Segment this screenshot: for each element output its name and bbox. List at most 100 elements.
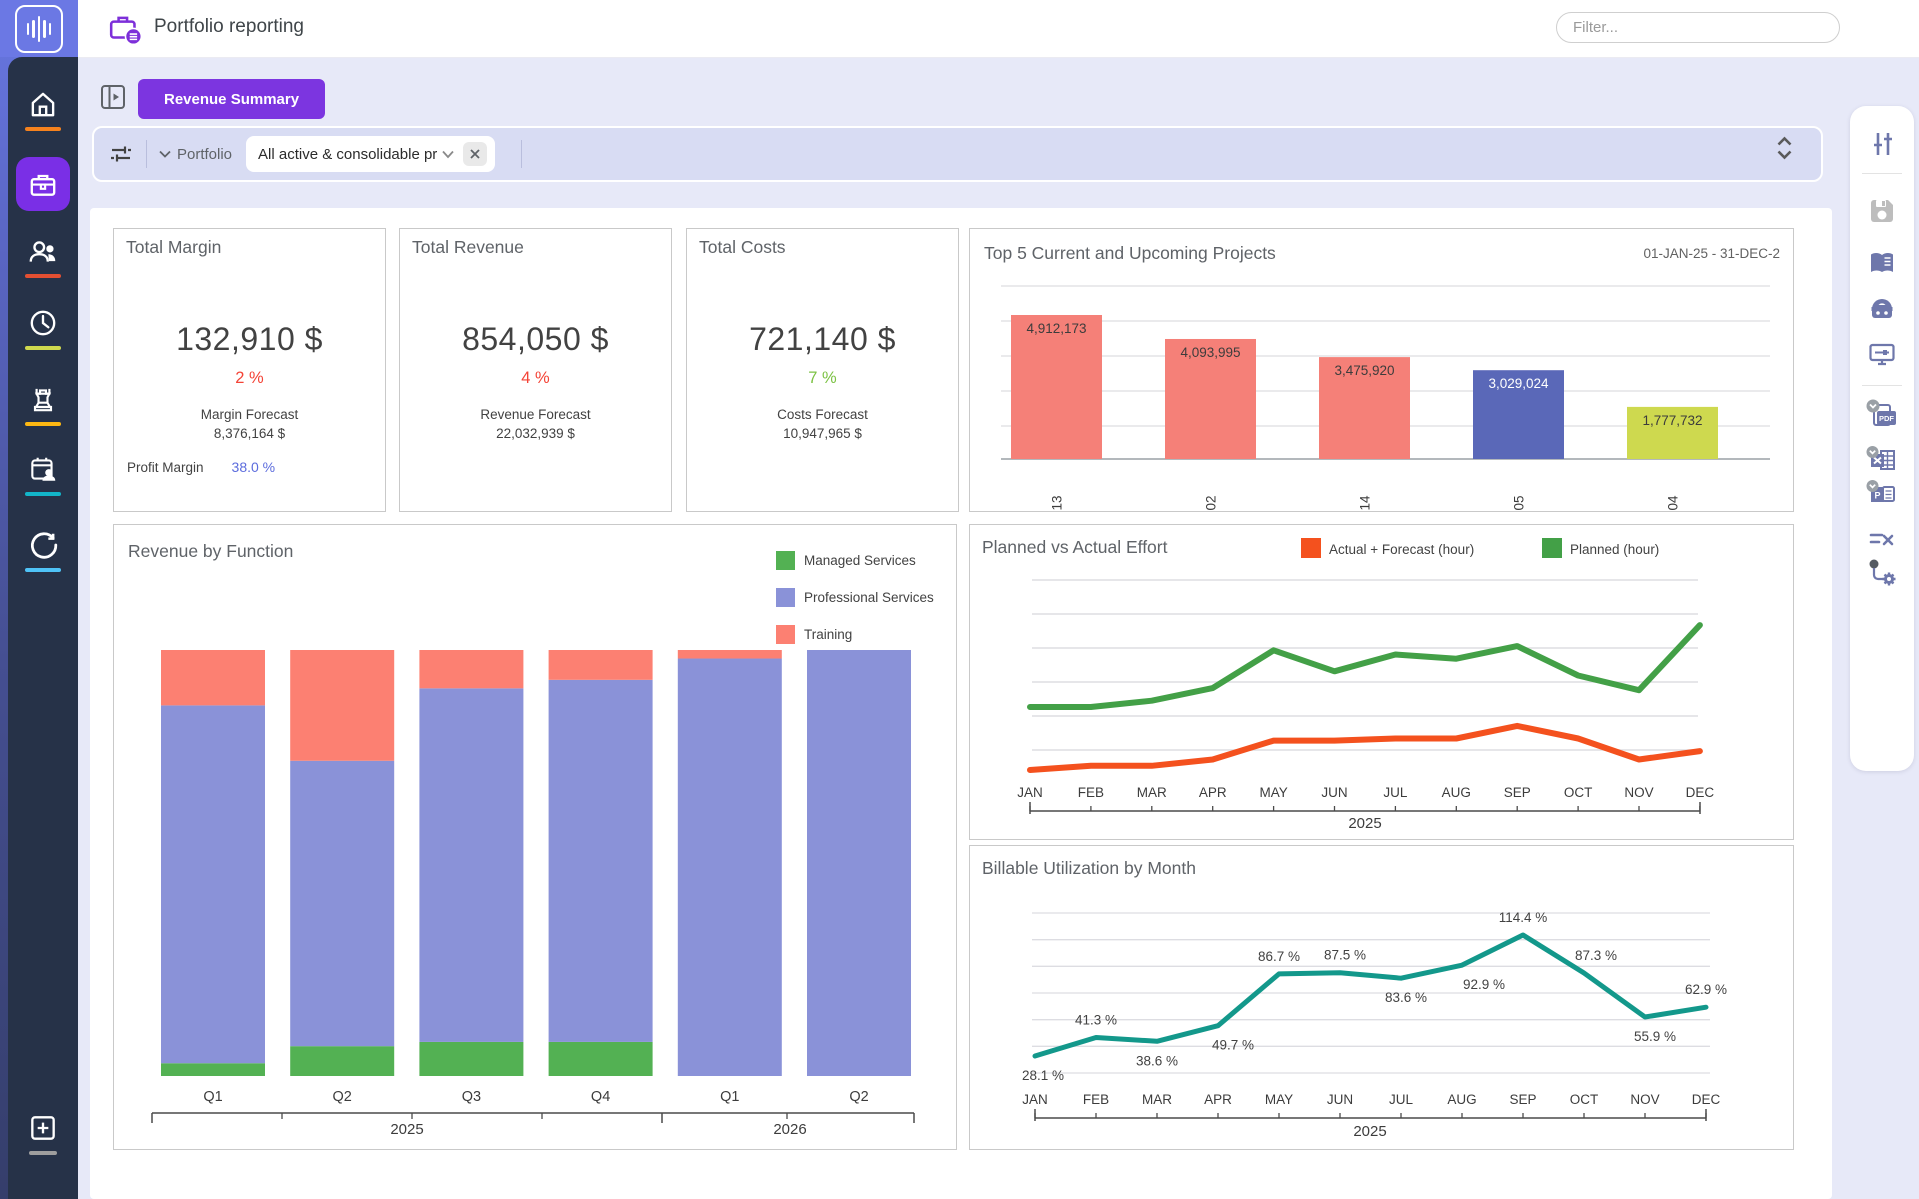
- stack-segment-training[interactable]: [549, 650, 653, 680]
- stack-segment-managed-services[interactable]: [419, 1042, 523, 1076]
- chevron-up-icon: [1776, 136, 1793, 147]
- filter-input[interactable]: [1556, 12, 1840, 43]
- bar-value-label: 4,093,995: [1180, 345, 1240, 360]
- portfolio-filter-chip[interactable]: All active & consolidable pr: [246, 136, 495, 172]
- x-tick-label: MAY: [1259, 785, 1287, 800]
- revenue-by-function-stacked-chart: Revenue by FunctionManaged ServicesProfe…: [114, 525, 956, 1149]
- x-tick-label: SEP: [1509, 1092, 1536, 1107]
- stack-segment-professional-services[interactable]: [549, 680, 653, 1042]
- sync-icon: [27, 529, 59, 561]
- stack-segment-training[interactable]: [161, 650, 265, 705]
- chevron-down-icon[interactable]: [441, 150, 455, 159]
- sidebar-item-add[interactable]: [8, 1112, 78, 1155]
- exclude-list-icon: [1866, 523, 1898, 555]
- stack-segment-professional-services[interactable]: [161, 705, 265, 1063]
- bar-value-label: 1,777,732: [1642, 413, 1702, 428]
- legend-label: Training: [804, 627, 852, 642]
- home-icon: [27, 88, 59, 120]
- clear-filter-button[interactable]: [463, 142, 487, 166]
- stack-segment-training[interactable]: [419, 650, 523, 688]
- stack-segment-managed-services[interactable]: [290, 1046, 394, 1076]
- kpi-value: 854,050 $: [400, 321, 671, 358]
- kpi-forecast-value: 10,947,965 $: [687, 424, 958, 443]
- x-tick-label: DEC: [1686, 785, 1715, 800]
- stack-segment-professional-services[interactable]: [419, 688, 523, 1042]
- filterbar-scroll-arrows[interactable]: [1776, 136, 1793, 160]
- x-tick-label: Q1: [203, 1089, 222, 1105]
- stack-segment-training[interactable]: [290, 650, 394, 761]
- right-tool-panel: PDF P: [1850, 106, 1914, 771]
- left-sidebar: [8, 57, 78, 1199]
- panel-toggle-icon[interactable]: [99, 83, 127, 111]
- kpi-forecast-label: Costs Forecast: [687, 405, 958, 424]
- kpi-forecast: Costs Forecast 10,947,965 $: [687, 405, 958, 443]
- sidebar-item-scheduling[interactable]: [8, 453, 78, 496]
- kpi-value: 721,140 $: [687, 321, 958, 358]
- workflow-settings-icon: [1864, 555, 1900, 591]
- sidebar-item-home[interactable]: [8, 88, 78, 131]
- data-point-label: 87.3 %: [1575, 948, 1617, 963]
- x-tick-label: AUG: [1442, 785, 1471, 800]
- stack-segment-managed-services[interactable]: [161, 1063, 265, 1076]
- save-icon: [1866, 195, 1898, 227]
- ai-assistant-button[interactable]: [1850, 293, 1914, 325]
- workflow-settings-button[interactable]: [1850, 555, 1914, 591]
- export-ppt-button[interactable]: P: [1850, 475, 1914, 513]
- series-line-planned-hour-[interactable]: [1030, 625, 1700, 707]
- revenue-summary-button[interactable]: Revenue Summary: [138, 79, 325, 119]
- chart-card-top5-projects: Top 5 Current and Upcoming Projects01-JA…: [969, 228, 1794, 512]
- divider: [146, 140, 147, 168]
- close-icon: [469, 148, 481, 160]
- knowledge-base-button[interactable]: [1850, 247, 1914, 279]
- stack-segment-professional-services[interactable]: [678, 659, 782, 1076]
- stack-segment-professional-services[interactable]: [807, 650, 911, 1076]
- app-logo-block[interactable]: [0, 0, 78, 57]
- stack-segment-managed-services[interactable]: [549, 1042, 653, 1076]
- export-pdf-button[interactable]: PDF: [1850, 397, 1914, 435]
- dashboard-settings-button[interactable]: [1850, 338, 1914, 370]
- bar-P013[interactable]: [1011, 315, 1102, 459]
- scheduling-underline: [25, 492, 61, 496]
- kpi-card-total-margin: Total Margin 132,910 $ 2 % Margin Foreca…: [113, 228, 386, 512]
- data-point-label: 49.7 %: [1212, 1038, 1254, 1053]
- column-sliders-icon: [1866, 128, 1898, 160]
- chart-card-billable-utilization: Billable Utilization by Month28.1 %41.3 …: [969, 845, 1794, 1150]
- sidebar-item-resources[interactable]: [8, 383, 78, 426]
- projects-briefcase-icon: [27, 168, 59, 200]
- home-underline: [25, 127, 61, 131]
- stack-segment-professional-services[interactable]: [290, 761, 394, 1046]
- legend-swatch: [776, 625, 795, 644]
- chart-card-planned-vs-actual: Planned vs Actual EffortActual + Forecas…: [969, 524, 1794, 840]
- bar-category-label: P014: [1358, 495, 1373, 511]
- export-excel-button[interactable]: [1850, 441, 1914, 479]
- legend-swatch: [1301, 538, 1321, 558]
- x-tick-label: FEB: [1078, 785, 1104, 800]
- sidebar-item-sync[interactable]: [8, 529, 78, 572]
- sidebar-item-time[interactable]: [8, 307, 78, 350]
- exclude-items-button[interactable]: [1850, 523, 1914, 555]
- x-tick-label: APR: [1204, 1092, 1232, 1107]
- chart-title: Planned vs Actual Effort: [982, 537, 1168, 557]
- app-root: Portfolio reporting Revenue Summary: [0, 0, 1919, 1199]
- column-settings-button[interactable]: [1850, 128, 1914, 160]
- stack-segment-training[interactable]: [678, 650, 782, 659]
- sidebar-item-users[interactable]: [8, 235, 78, 278]
- kpi-title: Total Costs: [699, 237, 786, 258]
- x-tick-label: MAR: [1142, 1092, 1172, 1107]
- data-point-label: 83.6 %: [1385, 990, 1427, 1005]
- data-point-label: 55.9 %: [1634, 1029, 1676, 1044]
- legend-swatch: [776, 551, 795, 570]
- x-tick-label: JAN: [1022, 1092, 1048, 1107]
- bar-category-label: P002: [1204, 495, 1219, 511]
- sidebar-item-projects[interactable]: [8, 157, 78, 211]
- bar-category-label: P013: [1050, 495, 1065, 511]
- series-line-actual-forecast-hour-[interactable]: [1030, 726, 1700, 770]
- legend-label: Managed Services: [804, 553, 916, 568]
- save-button[interactable]: [1850, 195, 1914, 227]
- data-point-label: 62.9 %: [1685, 982, 1727, 997]
- portfolio-filter-dropdown[interactable]: Portfolio: [159, 146, 232, 163]
- filter-sliders-icon[interactable]: [108, 141, 134, 167]
- chart-title: Top 5 Current and Upcoming Projects: [984, 243, 1276, 263]
- x-tick-label: OCT: [1570, 1092, 1599, 1107]
- chart-title: Billable Utilization by Month: [982, 858, 1196, 878]
